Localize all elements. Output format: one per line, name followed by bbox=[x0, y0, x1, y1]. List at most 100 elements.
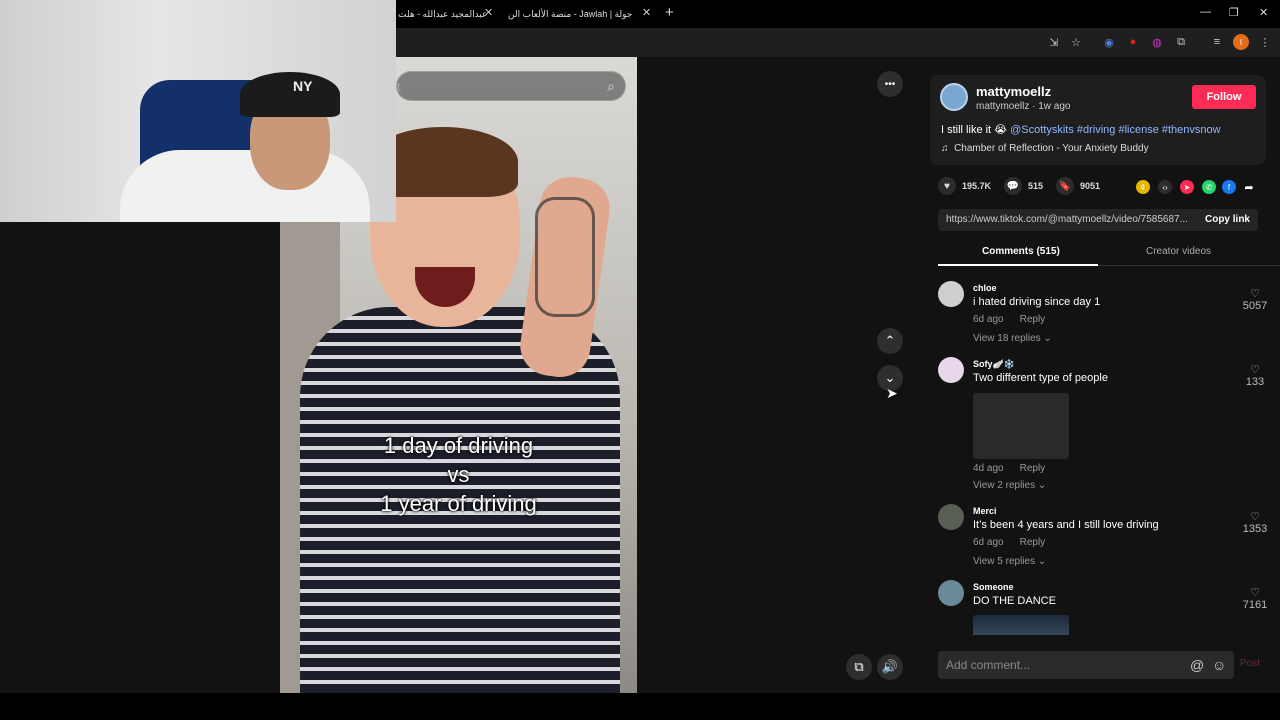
comment-count: 515 bbox=[1028, 181, 1044, 191]
description-tags[interactable]: @Scottyskits #driving #license #thenvsno… bbox=[1010, 124, 1221, 136]
picture-in-picture-button[interactable]: ⧉ bbox=[846, 654, 872, 680]
post-comment-button[interactable]: Post bbox=[1240, 658, 1260, 669]
mention-icon[interactable]: @ bbox=[1190, 657, 1204, 673]
comment-text: DO THE DANCE bbox=[973, 595, 1056, 607]
video-keys bbox=[535, 197, 595, 317]
author-username[interactable]: mattymoellz bbox=[976, 84, 1051, 99]
active-tab-indicator bbox=[938, 264, 1098, 266]
bookmark-icon: 🔖 bbox=[1056, 177, 1074, 195]
install-icon[interactable]: ⇲ bbox=[1046, 34, 1062, 50]
avatar[interactable] bbox=[938, 580, 964, 606]
comment-author[interactable]: Sofy🪽❄️ bbox=[973, 359, 1015, 370]
new-tab-button[interactable]: + bbox=[665, 4, 674, 21]
comment-like[interactable]: ♡ 7161 bbox=[1240, 586, 1270, 611]
cap-logo-icon: NY bbox=[293, 78, 313, 94]
browser-menu-icon[interactable]: ⋮ bbox=[1257, 34, 1273, 50]
avatar[interactable] bbox=[938, 504, 964, 530]
music-row[interactable]: ♫ Chamber of Reflection - Your Anxiety B… bbox=[941, 143, 1149, 154]
facebook-icon[interactable]: f bbox=[1222, 180, 1236, 194]
comment-image[interactable] bbox=[973, 393, 1069, 459]
comment-meta: 6d ago Reply bbox=[973, 314, 1061, 325]
heart-icon: ♡ bbox=[1250, 587, 1260, 599]
volume-button[interactable]: 🔊 bbox=[877, 654, 903, 680]
minimize-button[interactable]: — bbox=[1200, 6, 1211, 18]
comment-time: 6d ago bbox=[973, 537, 1004, 548]
avatar[interactable] bbox=[938, 281, 964, 307]
comment-author[interactable]: chloe bbox=[973, 283, 997, 293]
comment-stat[interactable]: 💬 515 bbox=[1004, 177, 1043, 195]
caption-line: 1 year of driving bbox=[380, 491, 537, 516]
browser-tab[interactable]: منصة الألعاب الن - Jawlah | جولة bbox=[508, 4, 638, 24]
like-stat[interactable]: ♥ 195.7K bbox=[938, 177, 991, 195]
comment-image[interactable] bbox=[973, 615, 1069, 635]
music-note-icon: ♫ bbox=[941, 143, 949, 154]
search-bar[interactable]: t ⌕ bbox=[396, 71, 626, 101]
video-caption: 1 day of driving vs 1 year of driving bbox=[280, 431, 637, 518]
author-handle-time: mattymoellz · 1w ago bbox=[976, 101, 1071, 112]
comment-item: Sofy🪽❄️ Two different type of people 4d … bbox=[938, 357, 1264, 497]
media-control-icon[interactable]: ≡ bbox=[1209, 34, 1225, 50]
whatsapp-icon[interactable]: ✆ bbox=[1202, 180, 1216, 194]
comment-icon: 💬 bbox=[1004, 177, 1022, 195]
caption-line: vs bbox=[447, 462, 470, 487]
comment-like[interactable]: ♡ 133 bbox=[1240, 363, 1270, 388]
view-replies-button[interactable]: View 2 replies ⌄ bbox=[973, 480, 1046, 491]
caption-line: 1 day of driving bbox=[383, 433, 534, 458]
save-stat[interactable]: 🔖 9051 bbox=[1056, 177, 1100, 195]
comment-text: i hated driving since day 1 bbox=[973, 296, 1101, 308]
comment-item: chloe i hated driving since day 1 6d ago… bbox=[938, 281, 1267, 351]
extensions-puzzle-icon[interactable]: ⧉ bbox=[1173, 34, 1189, 50]
send-icon[interactable]: ➤ bbox=[1180, 180, 1194, 194]
restore-button[interactable]: ❐ bbox=[1229, 6, 1239, 19]
extension-icon[interactable]: ◉ bbox=[1101, 34, 1117, 50]
previous-video-button[interactable]: ⌃ bbox=[877, 328, 903, 354]
comment-like[interactable]: ♡ 5057 bbox=[1240, 287, 1270, 312]
follow-button[interactable]: Follow bbox=[1192, 85, 1256, 109]
search-icon[interactable]: ⌕ bbox=[607, 78, 615, 95]
profile-avatar[interactable]: I bbox=[1233, 34, 1249, 50]
bookmark-star-icon[interactable]: ☆ bbox=[1068, 34, 1084, 50]
reply-button[interactable]: Reply bbox=[1020, 463, 1046, 474]
webcam-hoodie bbox=[120, 150, 370, 222]
comment-item: Merci It’s been 4 years and I still love… bbox=[938, 504, 1267, 574]
avatar[interactable] bbox=[940, 83, 968, 111]
reply-button[interactable]: Reply bbox=[1020, 537, 1046, 548]
comment-input[interactable] bbox=[938, 651, 1178, 679]
comment-meta: 6d ago Reply bbox=[973, 537, 1061, 548]
comment-text: It’s been 4 years and I still love drivi… bbox=[973, 519, 1159, 531]
heart-icon: ♡ bbox=[1250, 288, 1260, 300]
tab-comments[interactable]: Comments (515) bbox=[982, 246, 1060, 257]
comment-like[interactable]: ♡ 1353 bbox=[1240, 510, 1270, 535]
extension-icon[interactable]: ● bbox=[1125, 34, 1141, 50]
browser-tab[interactable]: عبدالمجيد عبدالله - هلت bbox=[398, 4, 486, 24]
extension-icon[interactable]: ◍ bbox=[1149, 34, 1165, 50]
heart-icon: ♡ bbox=[1250, 511, 1260, 523]
post-info-card: mattymoellz mattymoellz · 1w ago Follow … bbox=[930, 75, 1266, 165]
tab-close-icon[interactable]: ✕ bbox=[642, 6, 651, 19]
share-link-row: https://www.tiktok.com/@mattymoellz/vide… bbox=[938, 209, 1258, 231]
webcam-cap bbox=[240, 72, 340, 117]
reply-button[interactable]: Reply bbox=[1020, 314, 1046, 325]
heart-icon: ♥ bbox=[938, 177, 956, 195]
emoji-icon[interactable]: ☺ bbox=[1212, 657, 1226, 673]
comment-author[interactable]: Someone bbox=[973, 582, 1014, 592]
embed-icon[interactable]: ‹› bbox=[1158, 180, 1172, 194]
share-link[interactable]: https://www.tiktok.com/@mattymoellz/vide… bbox=[946, 214, 1190, 225]
more-options-button[interactable]: ••• bbox=[877, 71, 903, 97]
tab-title: عبدالمجيد عبدالله - هلت bbox=[398, 8, 486, 19]
details-panel: mattymoellz mattymoellz · 1w ago Follow … bbox=[918, 57, 1280, 693]
tab-creator-videos[interactable]: Creator videos bbox=[1146, 246, 1211, 257]
view-replies-button[interactable]: View 5 replies ⌄ bbox=[973, 556, 1046, 567]
copy-link-button[interactable]: Copy link bbox=[1205, 214, 1250, 225]
coin-icon[interactable]: ¢ bbox=[1136, 180, 1150, 194]
comment-item: Someone DO THE DANCE ♡ 7161 bbox=[938, 580, 1267, 635]
avatar[interactable] bbox=[938, 357, 964, 383]
window-close-button[interactable]: ✕ bbox=[1259, 6, 1268, 19]
tab-close-icon[interactable]: ✕ bbox=[484, 6, 493, 19]
view-replies-button[interactable]: View 18 replies ⌄ bbox=[973, 333, 1052, 344]
post-description: I still like it 😭 @Scottyskits #driving … bbox=[941, 123, 1221, 136]
share-icon[interactable]: ➦ bbox=[1242, 180, 1256, 194]
tab-title: منصة الألعاب الن - Jawlah | جولة bbox=[508, 8, 633, 19]
comment-composer: @ ☺ bbox=[938, 651, 1234, 679]
comment-author[interactable]: Merci bbox=[973, 506, 997, 516]
